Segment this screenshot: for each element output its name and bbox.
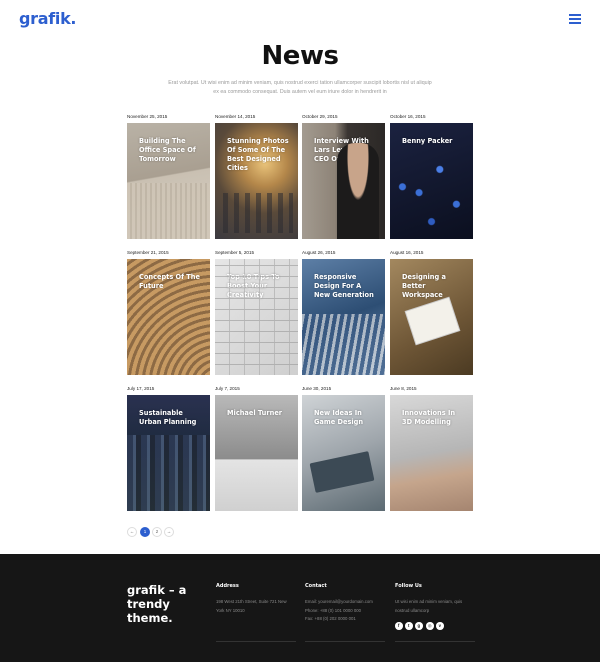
post-date: August 26, 2015 xyxy=(302,250,336,255)
post-title[interactable]: Designing a Better Workspace xyxy=(402,273,464,300)
contact-email[interactable]: Email: youremail@yourdomain.com xyxy=(305,598,385,607)
post-date: July 17, 2015 xyxy=(127,386,155,391)
footer-contact: Contact Email: youremail@yourdomain.com … xyxy=(305,583,385,624)
prev-page-button[interactable]: ← xyxy=(127,527,137,537)
post-title[interactable]: Michael Turner xyxy=(227,409,289,418)
facebook-icon[interactable]: f xyxy=(395,622,403,630)
page-title: News xyxy=(261,41,339,71)
post-title[interactable]: Innovations In 3D Modelling xyxy=(402,409,464,427)
post-date: July 7, 2015 xyxy=(215,386,240,391)
post-thumbnail[interactable]: Innovations In 3D Modelling xyxy=(390,395,473,511)
google-plus-icon[interactable]: g xyxy=(415,622,423,630)
instagram-icon[interactable]: ◎ xyxy=(426,622,434,630)
footer-heading: Follow Us xyxy=(395,583,422,589)
post-title[interactable]: New Ideas In Game Design xyxy=(314,409,376,427)
post-thumbnail[interactable]: Benny Packer xyxy=(390,123,473,239)
post-title[interactable]: Stunning Photos Of Some Of The Best Desi… xyxy=(227,137,289,173)
post-thumbnail[interactable]: Building The Office Space Of Tomorrow xyxy=(127,123,210,239)
page-intro: Erat volutpat. Ut wisi enim ad minim ven… xyxy=(168,80,432,95)
post-date: August 16, 2015 xyxy=(390,250,424,255)
twitter-icon[interactable]: t xyxy=(405,622,413,630)
post-title[interactable]: Concepts Of The Future xyxy=(139,273,201,291)
footer-divider xyxy=(216,641,296,642)
post-title[interactable]: Sustainable Urban Planning xyxy=(139,409,201,427)
contact-fax: Fax: +88 (0) 202 0000 001 xyxy=(305,616,356,621)
post-date: September 21, 2015 xyxy=(127,250,169,255)
post-date: November 25, 2015 xyxy=(127,114,168,119)
post-date: October 16, 2015 xyxy=(390,114,426,119)
post-title[interactable]: Building The Office Space Of Tomorrow xyxy=(139,137,201,164)
footer-brand: grafik – a trendy theme. xyxy=(127,583,187,625)
post-date: November 14, 2015 xyxy=(215,114,256,119)
vimeo-icon[interactable]: v xyxy=(436,622,444,630)
post-thumbnail[interactable]: New Ideas In Game Design xyxy=(302,395,385,511)
footer-heading: Contact xyxy=(305,583,327,589)
post-thumbnail[interactable]: Designing a Better Workspace xyxy=(390,259,473,375)
page-1-button[interactable]: 1 xyxy=(140,527,150,537)
post-title[interactable]: Responsive Design For A New Generation xyxy=(314,273,376,300)
footer-divider xyxy=(305,641,385,642)
contact-phone: Phone: +88 (0) 101 0000 000 xyxy=(305,607,362,613)
address-text: 198 West 21th Street, Suite 721 New York… xyxy=(216,599,287,613)
hamburger-icon[interactable] xyxy=(569,14,581,24)
post-title[interactable]: Top 10 Tips To Boost Your Creativity xyxy=(227,273,289,300)
site-footer: grafik – a trendy theme. Address 198 Wes… xyxy=(0,554,600,662)
site-header: grafik. xyxy=(0,0,600,40)
post-date: October 29, 2015 xyxy=(302,114,338,119)
follow-text: Ut wisi enim ad minim veniam, quis nostr… xyxy=(395,599,463,613)
menu-bar xyxy=(569,18,581,20)
post-thumbnail[interactable]: Sustainable Urban Planning xyxy=(127,395,210,511)
post-thumbnail[interactable]: Michael Turner xyxy=(215,395,298,511)
menu-bar xyxy=(569,22,581,24)
footer-address: Address 198 West 21th Street, Suite 721 … xyxy=(216,583,296,615)
next-page-button[interactable]: → xyxy=(164,527,174,537)
post-thumbnail[interactable]: Top 10 Tips To Boost Your Creativity xyxy=(215,259,298,375)
post-thumbnail[interactable]: Stunning Photos Of Some Of The Best Desi… xyxy=(215,123,298,239)
menu-bar xyxy=(569,14,581,16)
page-2-button[interactable]: 2 xyxy=(152,527,162,537)
post-title[interactable]: Benny Packer xyxy=(402,137,464,146)
post-date: September 5, 2015 xyxy=(215,250,255,255)
footer-follow: Follow Us Ut wisi enim ad minim veniam, … xyxy=(395,583,475,615)
logo[interactable]: grafik. xyxy=(19,9,77,28)
post-date: June 8, 2015 xyxy=(390,386,417,391)
post-date: June 30, 2015 xyxy=(302,386,332,391)
footer-heading: Address xyxy=(216,583,239,589)
footer-divider xyxy=(395,641,475,642)
post-title[interactable]: Interview With Lars Levine, CEO Of DigiA… xyxy=(314,137,376,164)
post-thumbnail[interactable]: Concepts Of The Future xyxy=(127,259,210,375)
post-thumbnail[interactable]: Responsive Design For A New Generation xyxy=(302,259,385,375)
post-thumbnail[interactable]: Interview With Lars Levine, CEO Of DigiA… xyxy=(302,123,385,239)
